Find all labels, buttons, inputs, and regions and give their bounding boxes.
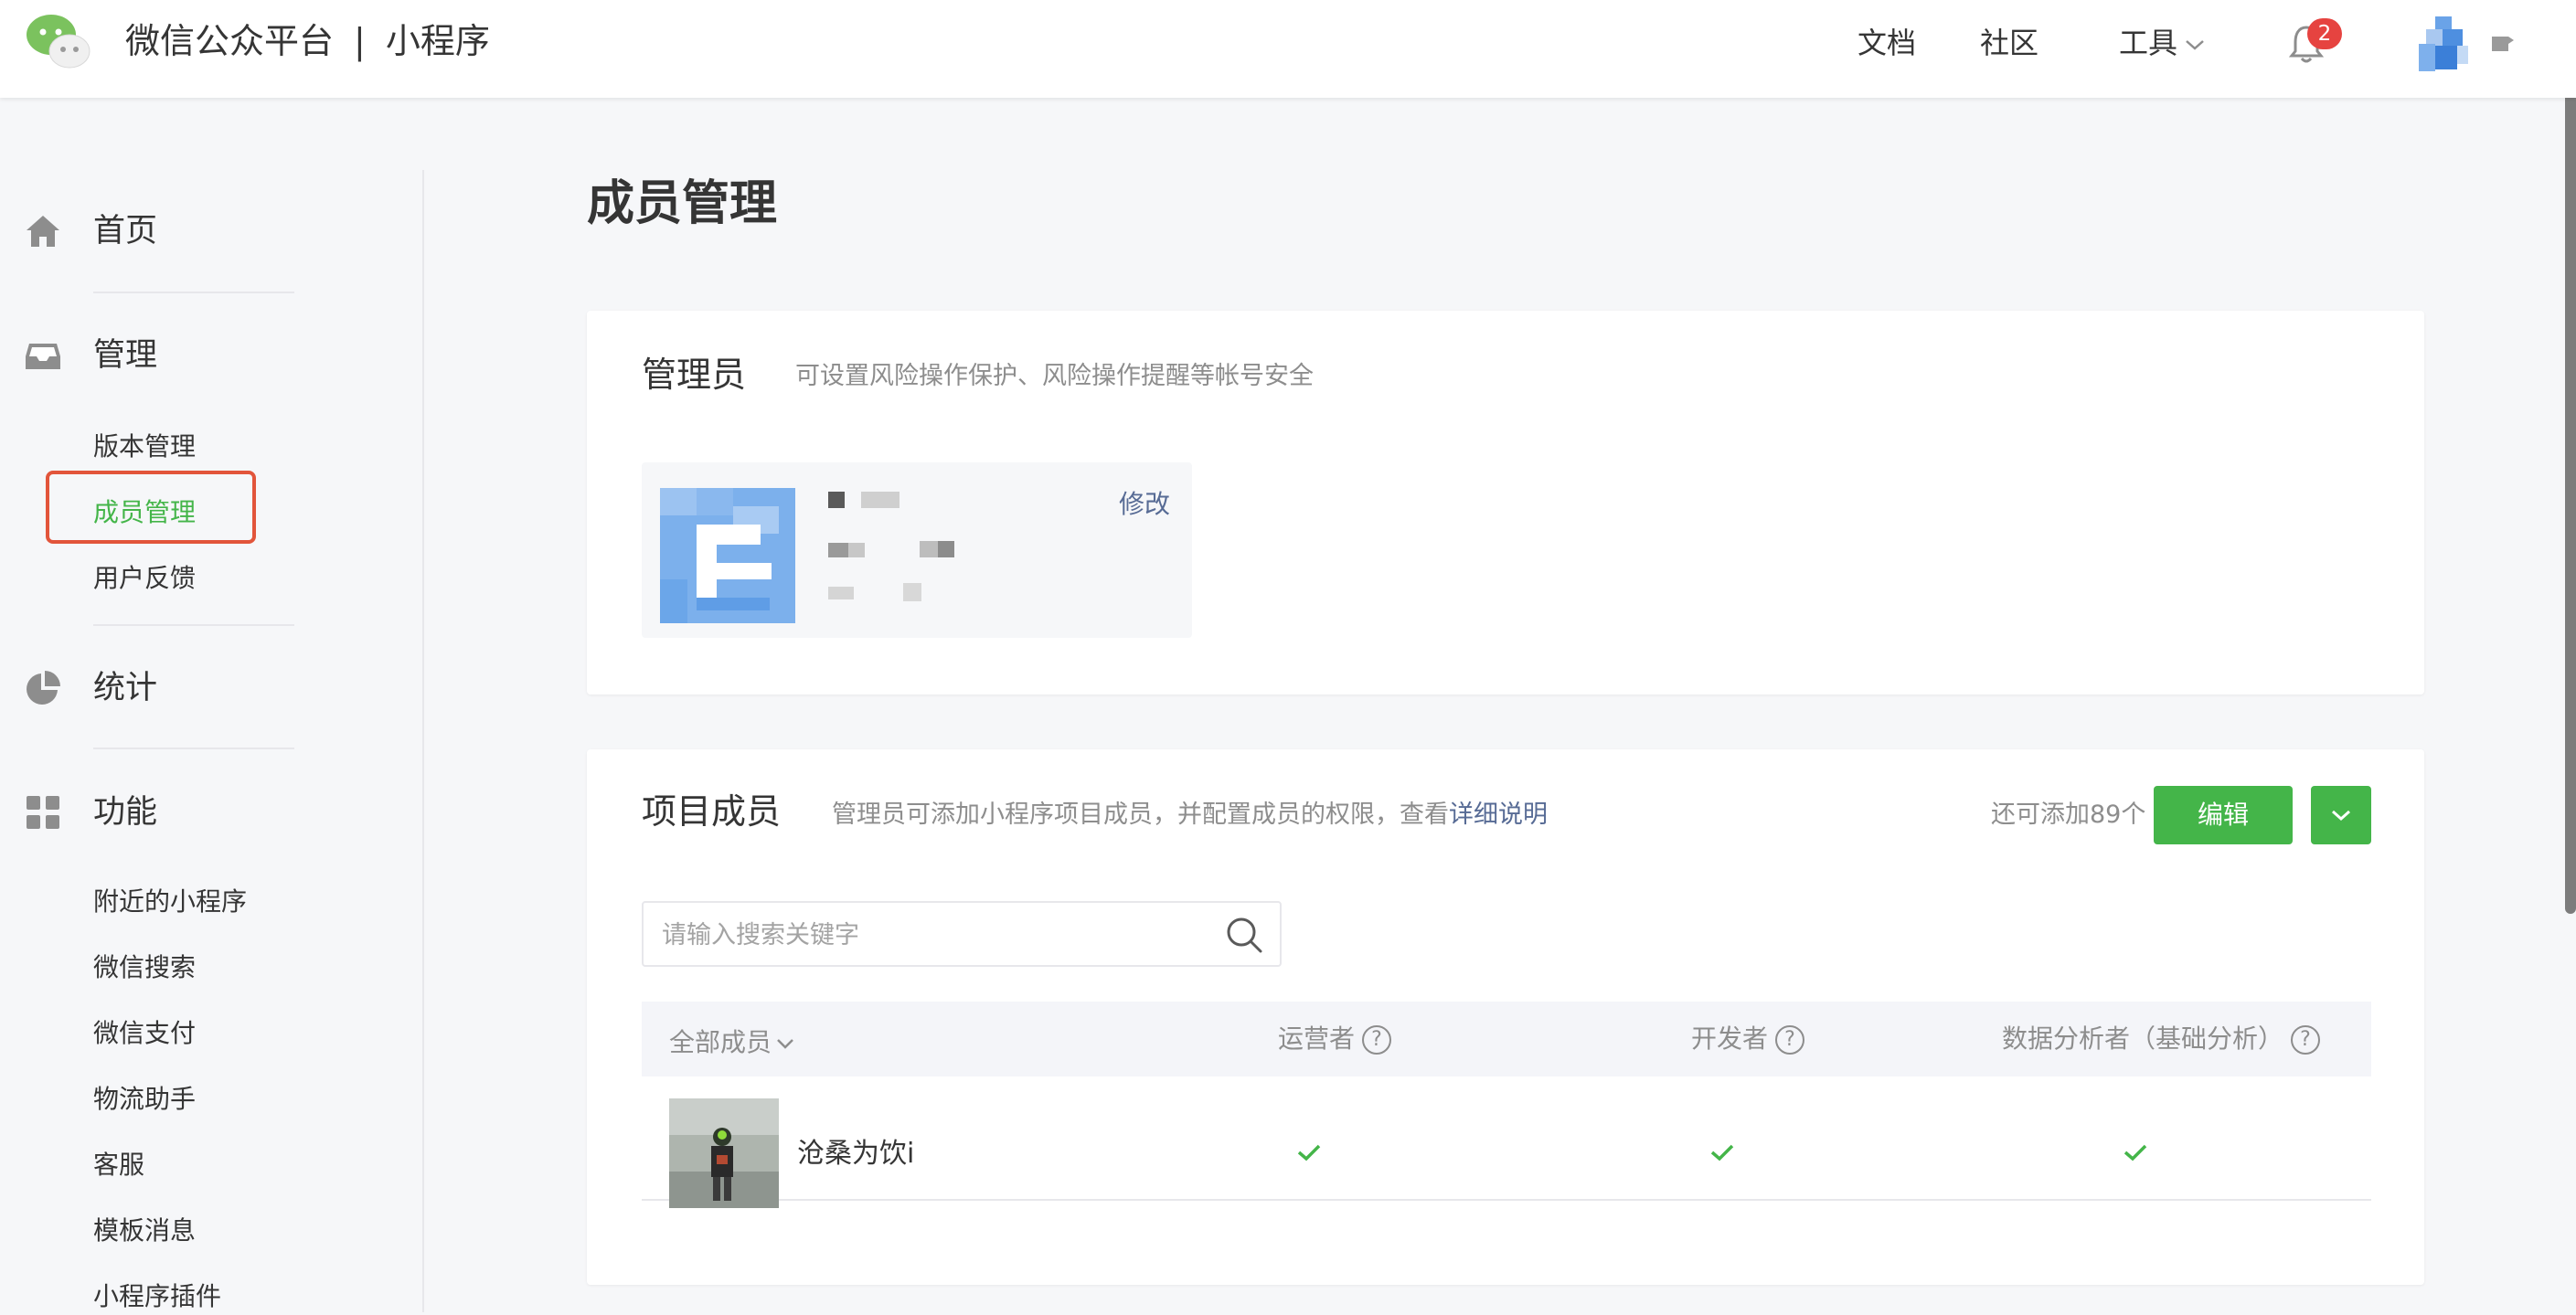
admin-card: 管理员 可设置风险操作保护、风险操作提醒等帐号安全 修改 [587, 311, 2424, 695]
chevron-down-icon [2186, 40, 2204, 50]
sidebar-group-label: 管理 [93, 337, 158, 374]
sidebar-group-label: 首页 [93, 213, 158, 249]
sidebar-group-label: 统计 [93, 670, 158, 706]
admin-info-box: 修改 [642, 462, 1192, 638]
user-avatar[interactable] [2415, 16, 2472, 73]
edit-options-dropdown[interactable] [2311, 786, 2371, 844]
members-table-header: 全部成员 运营者? 开发者? 数据分析者（基础分析）? [642, 1002, 2371, 1076]
sidebar-group-label: 功能 [93, 794, 158, 831]
sidebar-item-search[interactable]: 微信搜索 [93, 949, 196, 986]
nav-community-link[interactable]: 社区 [1980, 20, 2038, 66]
column-analyst: 数据分析者（基础分析）? [2002, 1020, 2321, 1058]
sidebar-item-versions[interactable]: 版本管理 [93, 429, 196, 465]
sidebar-divider [422, 170, 424, 1312]
help-icon[interactable]: ? [2291, 1025, 2321, 1055]
sidebar-item-service[interactable]: 客服 [93, 1147, 144, 1183]
sidebar-item-plugins[interactable]: 小程序插件 [93, 1278, 221, 1315]
sidebar-item-members[interactable]: 成员管理 [93, 494, 196, 531]
members-card-title: 项目成员 [642, 791, 782, 832]
brand-subtitle: 小程序 [385, 21, 490, 61]
sidebar-item-pay[interactable]: 微信支付 [93, 1015, 196, 1052]
admin-card-description: 可设置风险操作保护、风险操作提醒等帐号安全 [795, 362, 1314, 390]
column-developer: 开发者? [1691, 1020, 1805, 1058]
remaining-count: 还可添加89个 [1991, 801, 2146, 829]
members-description-text: 管理员可添加小程序项目成员，并配置成员的权限，查看 [832, 801, 1449, 829]
filter-all-members[interactable]: 全部成员 [669, 1023, 795, 1062]
chevron-down-icon [2332, 810, 2350, 822]
sidebar-separator [93, 748, 294, 749]
check-icon [1710, 1144, 1734, 1161]
top-bar: 微信公众平台 | 小程序 文档 社区 工具 2 [0, 0, 2576, 98]
table-row: 沧桑为饮i [642, 1076, 2371, 1208]
column-developer-label: 开发者 [1691, 1023, 1769, 1054]
sidebar-separator [93, 624, 294, 626]
admin-info-redacted [828, 492, 954, 601]
sidebar [0, 98, 422, 1312]
brand-title[interactable]: 微信公众平台 | 小程序 [125, 15, 490, 68]
brand-separator: | [354, 21, 366, 61]
sidebar-item-nearby[interactable]: 附近的小程序 [93, 884, 247, 920]
members-card-description: 管理员可添加小程序项目成员，并配置成员的权限，查看详细说明 [832, 797, 1548, 833]
page-scrollbar[interactable] [2565, 0, 2576, 914]
chevron-down-icon [777, 1039, 793, 1049]
nav-tools-label: 工具 [2119, 26, 2178, 60]
page-title: 成员管理 [587, 176, 778, 231]
pie-chart-icon [27, 671, 60, 705]
check-icon [2124, 1144, 2147, 1161]
column-all-members: 全部成员 [669, 1027, 772, 1057]
check-icon [1297, 1144, 1321, 1161]
brand-name: 微信公众平台 [125, 21, 335, 61]
home-icon [27, 216, 59, 247]
member-search [642, 901, 1282, 967]
nav-tools-menu[interactable]: 工具 [2119, 20, 2209, 66]
inbox-icon [26, 344, 60, 369]
member-name: 沧桑为饮i [797, 1138, 915, 1170]
help-icon[interactable]: ? [1362, 1025, 1392, 1055]
members-card: 项目成员 管理员可添加小程序项目成员，并配置成员的权限，查看详细说明 还可添加8… [587, 749, 2424, 1285]
account-flag-icon[interactable] [2490, 35, 2514, 55]
admin-card-title: 管理员 [642, 355, 747, 395]
column-operator-label: 运营者 [1278, 1023, 1356, 1054]
sidebar-item-feedback[interactable]: 用户反馈 [93, 560, 196, 597]
admin-edit-link[interactable]: 修改 [1119, 486, 1170, 523]
wechat-logo-icon[interactable] [26, 13, 91, 69]
sidebar-item-templates[interactable]: 模板消息 [93, 1213, 196, 1249]
grid-icon [27, 796, 59, 829]
search-icon[interactable] [1223, 914, 1265, 956]
column-operator: 运营者? [1278, 1020, 1392, 1058]
notification-badge: 2 [2307, 18, 2342, 49]
admin-avatar [660, 488, 795, 623]
column-analyst-label: 数据分析者（基础分析） [2002, 1023, 2284, 1054]
member-avatar [669, 1098, 779, 1208]
sidebar-item-logistics[interactable]: 物流助手 [93, 1081, 196, 1118]
detail-link[interactable]: 详细说明 [1449, 801, 1548, 829]
sidebar-separator [93, 292, 294, 293]
search-input[interactable] [662, 916, 1210, 954]
nav-docs-link[interactable]: 文档 [1857, 20, 1916, 66]
help-icon[interactable]: ? [1775, 1025, 1805, 1055]
edit-members-button[interactable]: 编辑 [2154, 786, 2293, 844]
